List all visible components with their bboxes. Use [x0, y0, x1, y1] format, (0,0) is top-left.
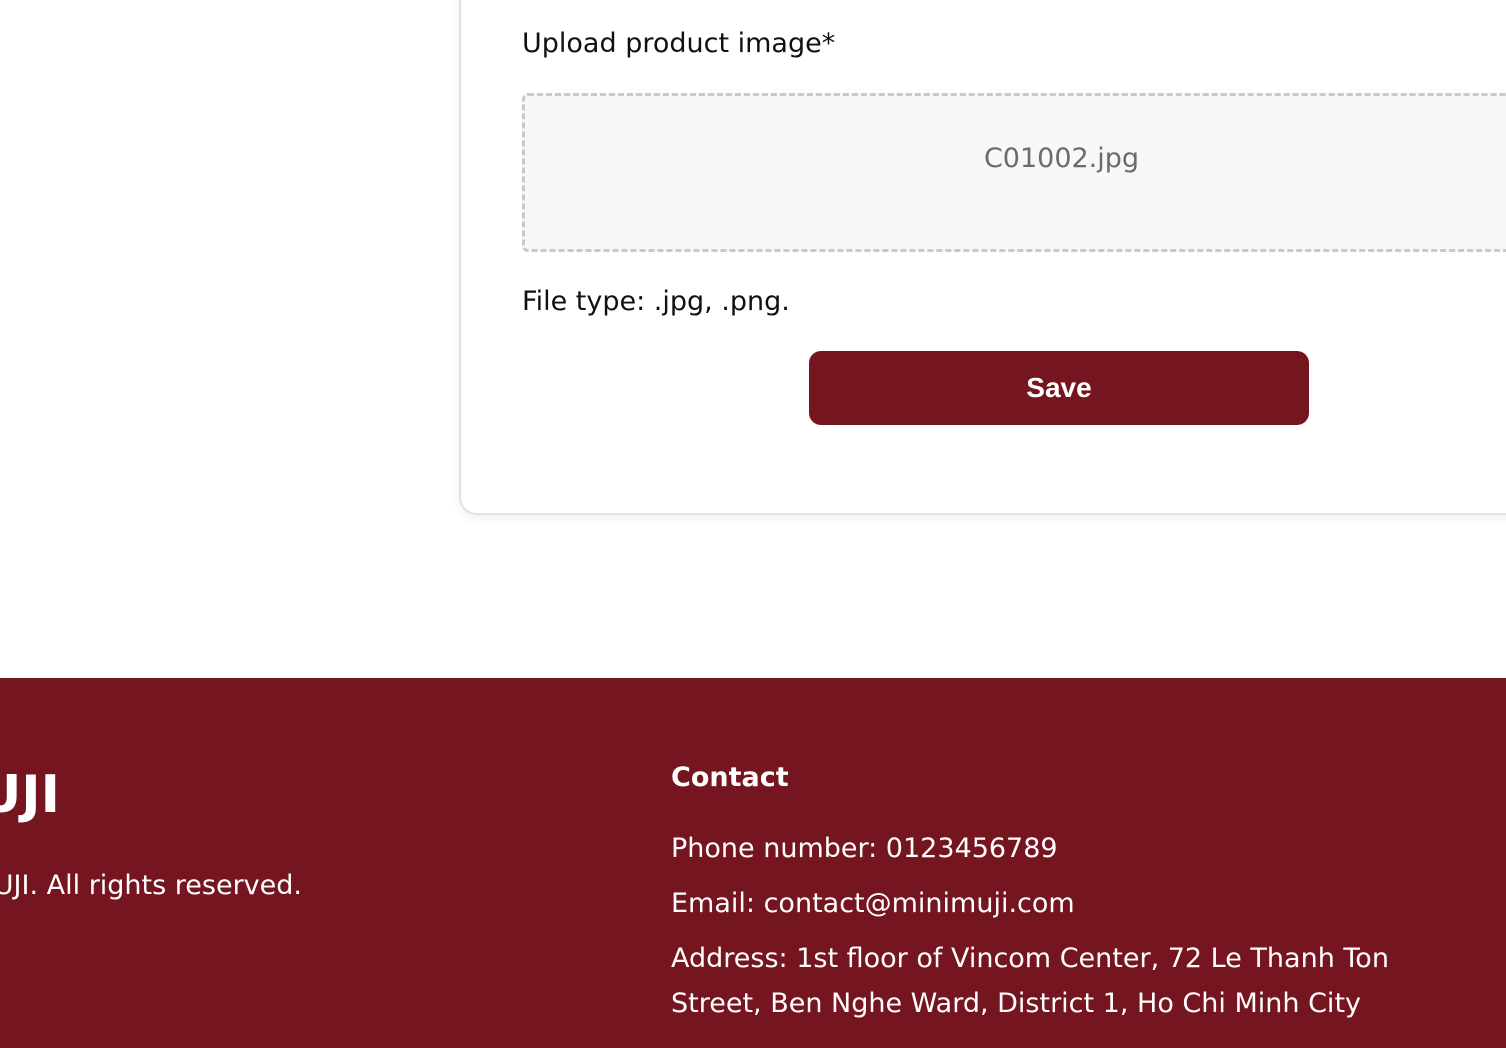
image-dropzone[interactable]: C01002.jpg	[522, 93, 1506, 252]
contact-email: Email: contact@minimuji.com	[671, 888, 1075, 919]
upload-image-label: Upload product image*	[522, 28, 836, 59]
contact-address: Address: 1st floor of Vincom Center, 72 …	[671, 936, 1451, 1026]
uploaded-file-name: C01002.jpg	[983, 143, 1140, 174]
copyright-text: UJI. All rights reserved.	[0, 870, 302, 901]
copyright-notice: UJI. All rights reserved.	[0, 868, 302, 904]
save-button[interactable]: Save	[809, 351, 1309, 425]
contact-address-line-1: Address: 1st floor of Vincom Center, 72 …	[671, 943, 1389, 974]
contact-heading: Contact	[671, 762, 789, 793]
brand-logo[interactable]: UJI	[0, 766, 60, 824]
contact-phone: Phone number: 0123456789	[671, 833, 1058, 864]
brand-logo-text: UJI	[0, 766, 60, 824]
page: Upload product image* C01002.jpg File ty…	[0, 0, 1506, 1048]
contact-address-line-2: Street, Ben Nghe Ward, District 1, Ho Ch…	[671, 988, 1362, 1019]
site-footer: UJI UJI. All rights reserved. Contact Ph…	[0, 678, 1506, 1048]
file-type-hint: File type: .jpg, .png.	[522, 286, 790, 317]
product-form-card	[459, 0, 1506, 515]
